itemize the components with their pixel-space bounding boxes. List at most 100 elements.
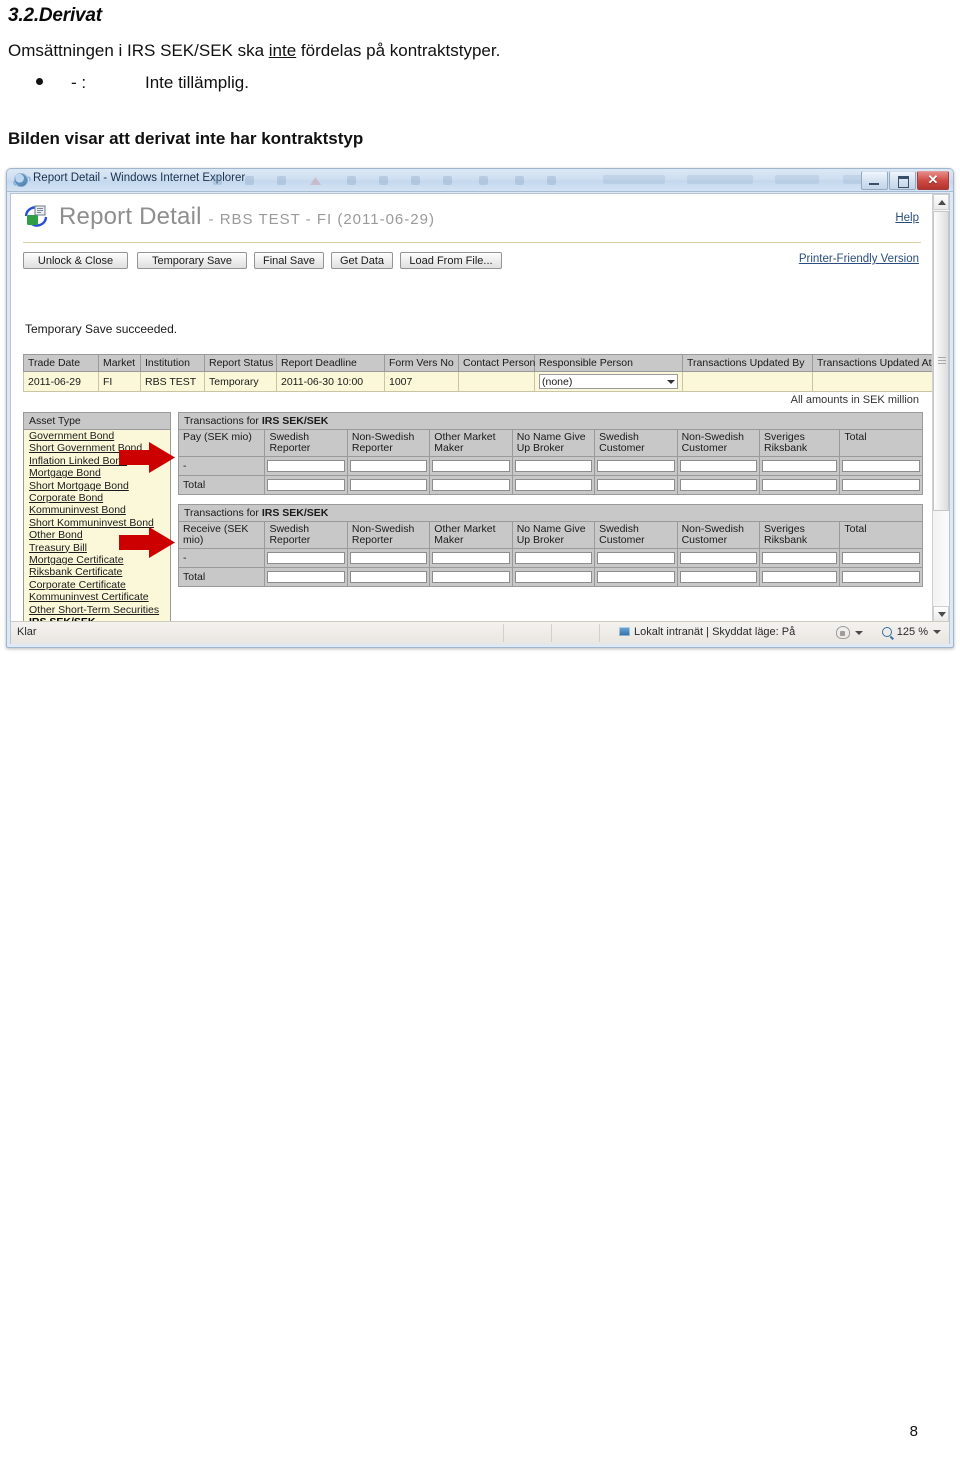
- status-text: Klar: [17, 626, 37, 638]
- table-caption-row: Transactions for IRS SEK/SEK: [178, 504, 923, 522]
- asset-item-other-short-term-securities[interactable]: Other Short-Term Securities: [24, 604, 170, 616]
- asset-item-riksbank-certificate[interactable]: Riksbank Certificate: [24, 566, 170, 578]
- pay-total-non-swedish-customer[interactable]: [679, 479, 757, 491]
- pay-total-non-swedish-reporter[interactable]: [349, 479, 428, 491]
- col-transactions-updated-by: Transactions Updated By: [682, 354, 813, 372]
- pay-input-non-swedish-customer[interactable]: [679, 460, 757, 472]
- zoom-control[interactable]: 125 %: [881, 626, 941, 638]
- pay-input-total[interactable]: [842, 460, 920, 472]
- col-sveriges-riksbank: Sveriges Riksbank: [758, 429, 841, 457]
- pay-total-swedish-customer[interactable]: [597, 479, 675, 491]
- pay-input-sveriges-riksbank[interactable]: [761, 460, 838, 472]
- receive-input-no-name-give-up-broker[interactable]: [514, 552, 593, 564]
- page-title-main: Report Detail: [59, 203, 202, 230]
- pay-input-other-market-maker[interactable]: [432, 460, 510, 472]
- receive-row-header: Receive (SEK mio): [177, 521, 266, 549]
- receive-input-total[interactable]: [842, 552, 920, 564]
- asset-item-short-mortgage-bond[interactable]: Short Mortgage Bond: [24, 480, 170, 492]
- receive-table-caption: Transactions for IRS SEK/SEK: [178, 504, 923, 522]
- report-meta-table: Trade Date Market Institution Report Sta…: [23, 354, 933, 392]
- col-other-market-maker: Other Market Maker: [429, 521, 513, 549]
- arrow-to-receive-table: [119, 527, 175, 558]
- scroll-down-button[interactable]: [933, 606, 949, 622]
- application-header: Report Detail - RBS TEST - FI (2011-06-2…: [11, 194, 933, 244]
- asset-item-kommuninvest-certificate[interactable]: Kommuninvest Certificate: [24, 591, 170, 603]
- col-market: Market: [98, 354, 141, 372]
- receive-total-non-swedish-reporter[interactable]: [349, 571, 428, 583]
- caption-asset: IRS SEK/SEK: [261, 507, 329, 519]
- asset-item-corporate-bond[interactable]: Corporate Bond: [24, 492, 170, 504]
- receive-total-non-swedish-customer[interactable]: [679, 571, 757, 583]
- close-button[interactable]: ✕: [917, 171, 949, 190]
- receive-input-swedish-customer[interactable]: [597, 552, 675, 564]
- report-refresh-icon: [24, 205, 48, 227]
- cell-contact-person: [458, 371, 535, 392]
- table-row: Total: [177, 567, 923, 587]
- asset-item-government-bond[interactable]: Government Bond: [24, 430, 170, 442]
- col-non-swedish-customer: Non-Swedish Customer: [676, 429, 760, 457]
- security-zone-label: Lokalt intranät | Skyddat läge: På: [634, 626, 796, 638]
- minimize-button[interactable]: [861, 171, 888, 190]
- receive-input-non-swedish-reporter[interactable]: [349, 552, 428, 564]
- window-controls[interactable]: ✕: [860, 171, 949, 190]
- zoom-level-label: 125 %: [896, 626, 928, 638]
- final-save-button[interactable]: Final Save: [254, 252, 324, 269]
- window-titlebar[interactable]: Report Detail - Windows Internet Explore…: [7, 169, 953, 192]
- cell-responsible-person: (none): [534, 371, 683, 392]
- col-report-status: Report Status: [204, 354, 277, 372]
- grip-icon: [938, 357, 946, 365]
- report-meta-table-wrapper: Trade Date Market Institution Report Sta…: [23, 354, 933, 392]
- scroll-up-button[interactable]: [933, 194, 949, 210]
- cell-trade-date: 2011-06-29: [23, 371, 99, 392]
- bullet-item: - : Inte tillämplig.: [36, 73, 952, 93]
- receive-total-total[interactable]: [842, 571, 920, 583]
- protected-mode-indicator[interactable]: [836, 626, 863, 639]
- col-total: Total: [839, 429, 923, 457]
- col-total: Total: [839, 521, 923, 549]
- load-from-file-button[interactable]: Load From File...: [400, 252, 502, 269]
- receive-total-sveriges-riksbank[interactable]: [761, 571, 838, 583]
- cell-form-vers-no: 1007: [384, 371, 459, 392]
- pay-total-no-name-give-up-broker[interactable]: [514, 479, 593, 491]
- table-header-row: Pay (SEK mio) Swedish Reporter Non-Swedi…: [177, 429, 923, 457]
- page-vertical-scrollbar[interactable]: [932, 194, 949, 622]
- figure-caption: Bilden visar att derivat inte har kontra…: [8, 129, 364, 149]
- receive-row-label-total: Total: [177, 567, 266, 587]
- caption-asset: IRS SEK/SEK: [261, 415, 329, 427]
- pay-input-swedish-customer[interactable]: [597, 460, 675, 472]
- receive-input-non-swedish-customer[interactable]: [679, 552, 757, 564]
- col-swedish-reporter: Swedish Reporter: [264, 521, 348, 549]
- receive-input-sveriges-riksbank[interactable]: [761, 552, 838, 564]
- receive-input-other-market-maker[interactable]: [432, 552, 510, 564]
- col-contact-person: Contact Person: [458, 354, 535, 372]
- maximize-button[interactable]: [889, 171, 916, 190]
- pay-input-no-name-give-up-broker[interactable]: [514, 460, 593, 472]
- col-sveriges-riksbank: Sveriges Riksbank: [758, 521, 841, 549]
- receive-total-swedish-reporter[interactable]: [267, 571, 345, 583]
- security-zone-status: Lokalt intranät | Skyddat läge: På: [619, 626, 795, 638]
- unlock-and-close-button[interactable]: Unlock & Close: [23, 252, 128, 269]
- help-link[interactable]: Help: [895, 212, 919, 224]
- pay-total-other-market-maker[interactable]: [432, 479, 510, 491]
- pay-input-non-swedish-reporter[interactable]: [349, 460, 428, 472]
- pay-row-label-dash: -: [177, 456, 266, 476]
- pay-total-swedish-reporter[interactable]: [267, 479, 345, 491]
- get-data-button[interactable]: Get Data: [331, 252, 393, 269]
- receive-total-no-name-give-up-broker[interactable]: [514, 571, 593, 583]
- receive-total-swedish-customer[interactable]: [597, 571, 675, 583]
- pay-total-sveriges-riksbank[interactable]: [761, 479, 838, 491]
- receive-total-other-market-maker[interactable]: [432, 571, 510, 583]
- receive-input-swedish-reporter[interactable]: [267, 552, 345, 564]
- internet-explorer-icon: [14, 173, 28, 187]
- asset-item-corporate-certificate[interactable]: Corporate Certificate: [24, 579, 170, 591]
- scrollbar-thumb[interactable]: [933, 211, 949, 511]
- paragraph-emphasis: inte: [268, 41, 297, 60]
- asset-item-kommuninvest-bond[interactable]: Kommuninvest Bond: [24, 504, 170, 516]
- pay-input-swedish-reporter[interactable]: [267, 460, 345, 472]
- responsible-person-select[interactable]: (none): [539, 374, 678, 389]
- temporary-save-button[interactable]: Temporary Save: [137, 252, 247, 269]
- receive-row-label-dash: -: [177, 548, 266, 568]
- printer-friendly-link[interactable]: Printer-Friendly Version: [799, 253, 919, 265]
- pay-total-total[interactable]: [842, 479, 920, 491]
- pay-table-caption: Transactions for IRS SEK/SEK: [178, 412, 923, 430]
